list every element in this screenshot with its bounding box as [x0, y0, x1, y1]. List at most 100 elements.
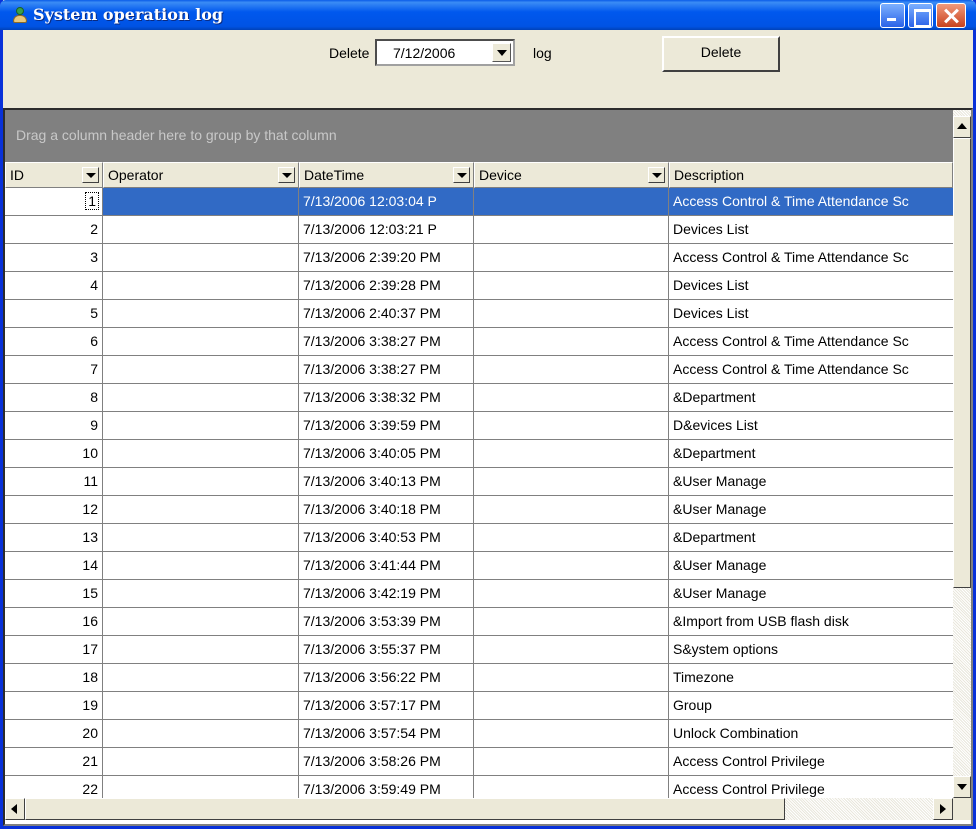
cell-description[interactable]: Devices List: [669, 300, 953, 328]
cell-operator[interactable]: [103, 580, 299, 608]
cell-operator[interactable]: [103, 664, 299, 692]
cell-operator[interactable]: [103, 412, 299, 440]
cell-device[interactable]: [474, 272, 669, 300]
cell-operator[interactable]: [103, 468, 299, 496]
cell-id[interactable]: 15: [5, 580, 103, 608]
cell-operator[interactable]: [103, 384, 299, 412]
cell-description[interactable]: Devices List: [669, 272, 953, 300]
column-header-id[interactable]: ID: [5, 162, 103, 188]
cell-datetime[interactable]: 7/13/2006 2:39:20 PM: [299, 244, 474, 272]
cell-operator[interactable]: [103, 748, 299, 776]
cell-operator[interactable]: [103, 300, 299, 328]
cell-description[interactable]: &User Manage: [669, 580, 953, 608]
cell-datetime[interactable]: 7/13/2006 3:40:13 PM: [299, 468, 474, 496]
cell-device[interactable]: [474, 552, 669, 580]
cell-id[interactable]: 2: [5, 216, 103, 244]
cell-id[interactable]: 18: [5, 664, 103, 692]
cell-description[interactable]: D&evices List: [669, 412, 953, 440]
cell-id[interactable]: 13: [5, 524, 103, 552]
cell-description[interactable]: Timezone: [669, 664, 953, 692]
cell-description[interactable]: Access Control Privilege: [669, 776, 953, 798]
cell-device[interactable]: [474, 412, 669, 440]
cell-description[interactable]: Access Control & Time Attendance Sc: [669, 188, 953, 216]
cell-description[interactable]: &User Manage: [669, 552, 953, 580]
filter-dropdown-icon[interactable]: [453, 167, 470, 183]
cell-device[interactable]: [474, 664, 669, 692]
table-row[interactable]: 20 7/13/2006 3:57:54 PM Unlock Combination: [5, 720, 953, 748]
group-by-area[interactable]: Drag a column header here to group by th…: [5, 110, 953, 162]
cell-operator[interactable]: [103, 272, 299, 300]
filter-dropdown-icon[interactable]: [648, 167, 665, 183]
cell-device[interactable]: [474, 608, 669, 636]
cell-device[interactable]: [474, 384, 669, 412]
title-bar[interactable]: System operation log: [0, 0, 976, 30]
cell-operator[interactable]: [103, 440, 299, 468]
column-header-operator[interactable]: Operator: [103, 162, 299, 188]
table-row[interactable]: 17 7/13/2006 3:55:37 PM S&ystem options: [5, 636, 953, 664]
cell-description[interactable]: Access Control & Time Attendance Sc: [669, 244, 953, 272]
cell-description[interactable]: &Department: [669, 440, 953, 468]
cell-device[interactable]: [474, 468, 669, 496]
cell-description[interactable]: &Department: [669, 384, 953, 412]
table-row[interactable]: 11 7/13/2006 3:40:13 PM &User Manage: [5, 468, 953, 496]
cell-device[interactable]: [474, 524, 669, 552]
table-row[interactable]: 1 7/13/2006 12:03:04 P Access Control & Ti…: [5, 188, 953, 216]
cell-id[interactable]: 11: [5, 468, 103, 496]
cell-datetime[interactable]: 7/13/2006 2:40:37 PM: [299, 300, 474, 328]
cell-id[interactable]: 8: [5, 384, 103, 412]
cell-id[interactable]: 7: [5, 356, 103, 384]
cell-device[interactable]: [474, 776, 669, 798]
cell-datetime[interactable]: 7/13/2006 3:42:19 PM: [299, 580, 474, 608]
cell-id[interactable]: 4: [5, 272, 103, 300]
column-header-device[interactable]: Device: [474, 162, 669, 188]
cell-device[interactable]: [474, 580, 669, 608]
cell-description[interactable]: Access Control & Time Attendance Sc: [669, 328, 953, 356]
table-row[interactable]: 22 7/13/2006 3:59:49 PM Access Control Pri…: [5, 776, 953, 798]
cell-device[interactable]: [474, 356, 669, 384]
cell-datetime[interactable]: 7/13/2006 3:39:59 PM: [299, 412, 474, 440]
cell-id[interactable]: 5: [5, 300, 103, 328]
column-header-datetime[interactable]: DateTime: [299, 162, 474, 188]
cell-datetime[interactable]: 7/13/2006 3:38:32 PM: [299, 384, 474, 412]
cell-id[interactable]: 16: [5, 608, 103, 636]
cell-datetime[interactable]: 7/13/2006 3:57:17 PM: [299, 692, 474, 720]
cell-datetime[interactable]: 7/13/2006 3:59:49 PM: [299, 776, 474, 798]
cell-operator[interactable]: [103, 524, 299, 552]
table-row[interactable]: 2 7/13/2006 12:03:21 P Devices List: [5, 216, 953, 244]
vertical-scrollbar[interactable]: [953, 110, 971, 798]
close-button[interactable]: [936, 3, 966, 28]
cell-device[interactable]: [474, 216, 669, 244]
cell-id[interactable]: 20: [5, 720, 103, 748]
cell-id[interactable]: 21: [5, 748, 103, 776]
cell-device[interactable]: [474, 496, 669, 524]
cell-description[interactable]: &User Manage: [669, 468, 953, 496]
table-row[interactable]: 19 7/13/2006 3:57:17 PM Group: [5, 692, 953, 720]
table-row[interactable]: 3 7/13/2006 2:39:20 PM Access Control & Ti…: [5, 244, 953, 272]
cell-description[interactable]: &Department: [669, 524, 953, 552]
cell-id[interactable]: 1: [5, 188, 103, 216]
date-dropdown-button[interactable]: [492, 43, 511, 62]
cell-datetime[interactable]: 7/13/2006 2:39:28 PM: [299, 272, 474, 300]
cell-operator[interactable]: [103, 776, 299, 798]
cell-operator[interactable]: [103, 552, 299, 580]
cell-device[interactable]: [474, 720, 669, 748]
cell-operator[interactable]: [103, 216, 299, 244]
table-row[interactable]: 13 7/13/2006 3:40:53 PM &Department: [5, 524, 953, 552]
filter-dropdown-icon[interactable]: [82, 167, 99, 183]
cell-operator[interactable]: [103, 608, 299, 636]
maximize-button[interactable]: [908, 3, 933, 28]
cell-description[interactable]: &Import from USB flash disk: [669, 608, 953, 636]
cell-datetime[interactable]: 7/13/2006 3:40:18 PM: [299, 496, 474, 524]
cell-operator[interactable]: [103, 244, 299, 272]
table-row[interactable]: 21 7/13/2006 3:58:26 PM Access Control Pri…: [5, 748, 953, 776]
cell-device[interactable]: [474, 692, 669, 720]
cell-datetime[interactable]: 7/13/2006 3:53:39 PM: [299, 608, 474, 636]
scroll-down-icon[interactable]: [953, 776, 971, 798]
table-row[interactable]: 5 7/13/2006 2:40:37 PM Devices List: [5, 300, 953, 328]
cell-datetime[interactable]: 7/13/2006 3:58:26 PM: [299, 748, 474, 776]
cell-description[interactable]: &User Manage: [669, 496, 953, 524]
cell-operator[interactable]: [103, 636, 299, 664]
cell-datetime[interactable]: 7/13/2006 3:40:53 PM: [299, 524, 474, 552]
cell-datetime[interactable]: 7/13/2006 3:57:54 PM: [299, 720, 474, 748]
filter-dropdown-icon[interactable]: [278, 167, 295, 183]
